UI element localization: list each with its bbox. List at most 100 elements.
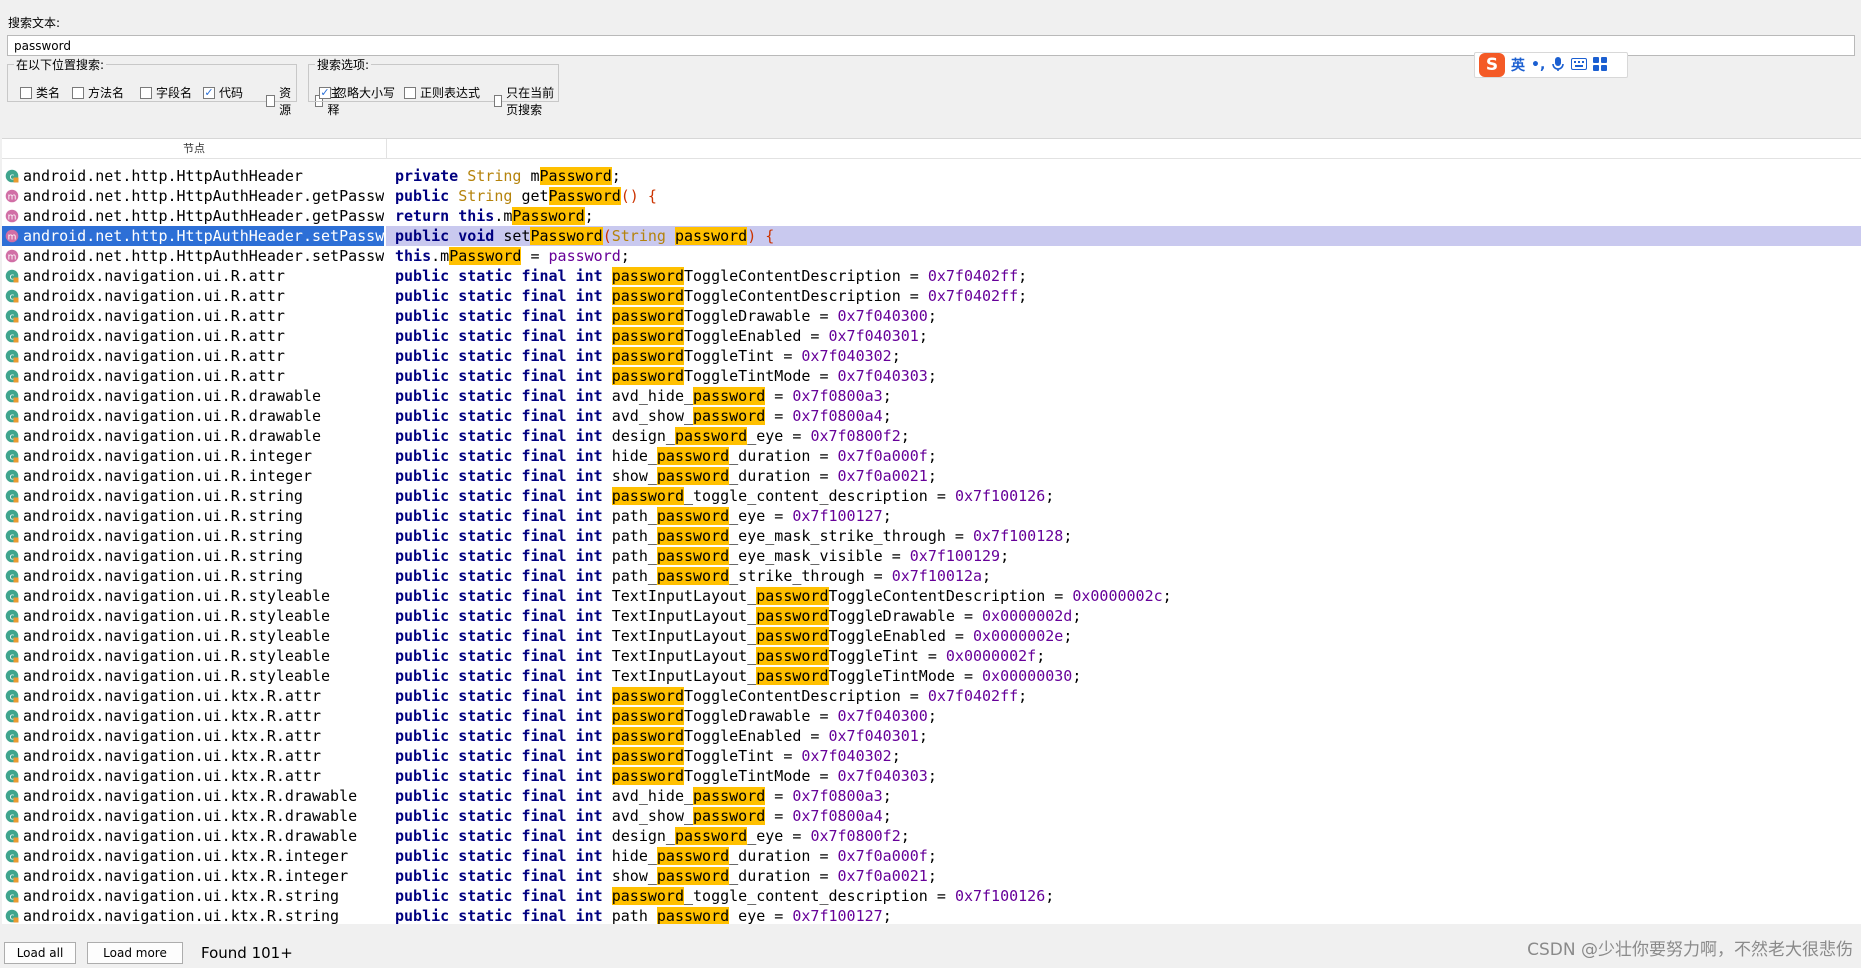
- table-row[interactable]: c androidx.navigation.ui.R.styleable publi…: [2, 606, 1861, 626]
- code-cell[interactable]: public static final int path_password_st…: [386, 566, 1861, 586]
- code-cell[interactable]: public static final int TextInputLayout_…: [386, 626, 1861, 646]
- table-row[interactable]: c androidx.navigation.ui.R.drawable public…: [2, 426, 1861, 446]
- table-row[interactable]: c androidx.navigation.ui.R.styleable publi…: [2, 646, 1861, 666]
- mic-icon[interactable]: [1551, 56, 1565, 75]
- node-cell[interactable]: c androidx.navigation.ui.R.styleable: [2, 646, 384, 666]
- checkbox-empty-icon[interactable]: [72, 86, 84, 99]
- node-cell[interactable]: c androidx.navigation.ui.ktx.R.attr: [2, 706, 384, 726]
- table-row[interactable]: c androidx.navigation.ui.ktx.R.string publ…: [2, 886, 1861, 906]
- node-cell[interactable]: c androidx.navigation.ui.ktx.R.drawable: [2, 826, 384, 846]
- table-row[interactable]: c androidx.navigation.ui.R.string public s…: [2, 546, 1861, 566]
- table-row[interactable]: c androidx.navigation.ui.R.drawable public…: [2, 406, 1861, 426]
- checkbox-empty-icon[interactable]: [494, 95, 503, 107]
- checkbox-empty-icon[interactable]: [404, 86, 416, 99]
- grid-icon[interactable]: [1593, 56, 1608, 74]
- code-cell[interactable]: public static final int passwordToggleDr…: [386, 706, 1861, 726]
- code-cell[interactable]: public static final int TextInputLayout_…: [386, 586, 1861, 606]
- table-row[interactable]: m android.net.http.HttpAuthHeader.setPass…: [2, 246, 1861, 266]
- node-cell[interactable]: c androidx.navigation.ui.R.attr: [2, 306, 384, 326]
- node-cell[interactable]: c androidx.navigation.ui.R.integer: [2, 466, 384, 486]
- table-row[interactable]: c androidx.navigation.ui.ktx.R.attr public…: [2, 706, 1861, 726]
- table-row[interactable]: c androidx.navigation.ui.R.string public s…: [2, 566, 1861, 586]
- code-cell[interactable]: public static final int passwordToggleTi…: [386, 746, 1861, 766]
- keyboard-icon[interactable]: [1571, 57, 1588, 73]
- table-row[interactable]: c androidx.navigation.ui.R.styleable publi…: [2, 666, 1861, 686]
- code-cell[interactable]: public static final int hide_password_du…: [386, 846, 1861, 866]
- table-row[interactable]: c androidx.navigation.ui.R.attr public sta…: [2, 306, 1861, 326]
- table-row[interactable]: m android.net.http.HttpAuthHeader.getPass…: [2, 206, 1861, 226]
- load-all-button[interactable]: Load all: [4, 942, 76, 964]
- code-cell[interactable]: public String getPassword() {: [386, 186, 1861, 206]
- code-cell[interactable]: public static final int passwordToggleTi…: [386, 766, 1861, 786]
- node-cell[interactable]: c androidx.navigation.ui.ktx.R.attr: [2, 726, 384, 746]
- code-cell[interactable]: public static final int avd_hide_passwor…: [386, 386, 1861, 406]
- node-cell[interactable]: c androidx.navigation.ui.R.attr: [2, 266, 384, 286]
- node-cell[interactable]: c androidx.navigation.ui.R.string: [2, 486, 384, 506]
- code-cell[interactable]: public static final int path_password_ey…: [386, 906, 1861, 926]
- code-cell[interactable]: public static final int avd_show_passwor…: [386, 806, 1861, 826]
- code-cell[interactable]: public static final int passwordToggleEn…: [386, 326, 1861, 346]
- node-cell[interactable]: c androidx.navigation.ui.R.styleable: [2, 626, 384, 646]
- checkbox-search_opts-1[interactable]: 正则表达式: [404, 84, 480, 101]
- table-row[interactable]: c androidx.navigation.ui.ktx.R.attr public…: [2, 726, 1861, 746]
- code-cell[interactable]: public static final int passwordToggleTi…: [386, 366, 1861, 386]
- code-cell[interactable]: public static final int avd_hide_passwor…: [386, 786, 1861, 806]
- node-cell[interactable]: c androidx.navigation.ui.ktx.R.integer: [2, 846, 384, 866]
- table-row[interactable]: m android.net.http.HttpAuthHeader.getPass…: [2, 186, 1861, 206]
- checkbox-empty-icon[interactable]: [266, 95, 276, 107]
- node-cell[interactable]: c androidx.navigation.ui.R.string: [2, 566, 384, 586]
- node-cell[interactable]: c androidx.navigation.ui.ktx.R.string: [2, 886, 384, 906]
- table-row[interactable]: c androidx.navigation.ui.R.string public s…: [2, 526, 1861, 546]
- table-row[interactable]: c androidx.navigation.ui.ktx.R.integer pub…: [2, 846, 1861, 866]
- node-cell[interactable]: c androidx.navigation.ui.R.attr: [2, 366, 384, 386]
- table-row[interactable]: c androidx.navigation.ui.R.string public s…: [2, 506, 1861, 526]
- table-row[interactable]: c androidx.navigation.ui.ktx.R.attr public…: [2, 686, 1861, 706]
- node-cell[interactable]: c androidx.navigation.ui.R.drawable: [2, 386, 384, 406]
- checkbox-search_in-4[interactable]: 资源: [266, 84, 296, 118]
- table-row[interactable]: m android.net.http.HttpAuthHeader.setPass…: [2, 226, 1861, 246]
- table-row[interactable]: c androidx.navigation.ui.R.drawable public…: [2, 386, 1861, 406]
- code-cell[interactable]: public static final int path_password_ey…: [386, 526, 1861, 546]
- code-cell[interactable]: public static final int path_password_ey…: [386, 506, 1861, 526]
- table-row[interactable]: c androidx.navigation.ui.ktx.R.attr public…: [2, 746, 1861, 766]
- table-row[interactable]: c android.net.http.HttpAuthHeader private …: [2, 166, 1861, 186]
- node-cell[interactable]: c androidx.navigation.ui.ktx.R.integer: [2, 866, 384, 886]
- code-cell[interactable]: public static final int TextInputLayout_…: [386, 646, 1861, 666]
- code-cell[interactable]: public static final int passwordToggleCo…: [386, 266, 1861, 286]
- node-cell[interactable]: c androidx.navigation.ui.R.styleable: [2, 586, 384, 606]
- table-row[interactable]: c androidx.navigation.ui.R.attr public sta…: [2, 346, 1861, 366]
- ime-punctuation-toggle[interactable]: •,: [1531, 57, 1545, 73]
- node-cell[interactable]: c androidx.navigation.ui.R.styleable: [2, 666, 384, 686]
- code-cell[interactable]: return this.mPassword;: [386, 206, 1861, 226]
- code-cell[interactable]: public static final int design_password_…: [386, 426, 1861, 446]
- code-cell[interactable]: private String mPassword;: [386, 166, 1861, 186]
- code-cell[interactable]: public static final int password_toggle_…: [386, 486, 1861, 506]
- table-row[interactable]: c androidx.navigation.ui.ktx.R.drawable pu…: [2, 786, 1861, 806]
- node-cell[interactable]: c androidx.navigation.ui.R.attr: [2, 326, 384, 346]
- sogou-logo-icon[interactable]: S: [1479, 53, 1505, 77]
- node-cell[interactable]: c androidx.navigation.ui.R.string: [2, 526, 384, 546]
- code-cell[interactable]: public static final int hide_password_du…: [386, 446, 1861, 466]
- checkbox-checked-icon[interactable]: ✓: [203, 86, 215, 99]
- code-cell[interactable]: public static final int path_password_ey…: [386, 546, 1861, 566]
- ime-language-toggle[interactable]: 英: [1511, 55, 1525, 75]
- table-row[interactable]: c androidx.navigation.ui.R.string public s…: [2, 486, 1861, 506]
- node-cell[interactable]: c androidx.navigation.ui.ktx.R.attr: [2, 686, 384, 706]
- table-row[interactable]: c androidx.navigation.ui.ktx.R.string publ…: [2, 906, 1861, 926]
- code-cell[interactable]: public static final int password_toggle_…: [386, 886, 1861, 906]
- node-cell[interactable]: c androidx.navigation.ui.ktx.R.drawable: [2, 806, 384, 826]
- code-cell[interactable]: public static final int passwordToggleEn…: [386, 726, 1861, 746]
- table-row[interactable]: c androidx.navigation.ui.ktx.R.drawable pu…: [2, 826, 1861, 846]
- checkbox-search_in-2[interactable]: 字段名: [140, 84, 192, 101]
- node-cell[interactable]: m android.net.http.HttpAuthHeader.getPass…: [2, 206, 384, 226]
- checkbox-search_in-1[interactable]: 方法名: [72, 84, 124, 101]
- checkbox-search_opts-0[interactable]: ✓ 忽略大小写: [319, 84, 395, 101]
- load-more-button[interactable]: Load more: [87, 942, 183, 964]
- node-cell[interactable]: m android.net.http.HttpAuthHeader.setPass…: [2, 226, 384, 246]
- node-cell[interactable]: c androidx.navigation.ui.ktx.R.attr: [2, 766, 384, 786]
- table-row[interactable]: c androidx.navigation.ui.R.attr public sta…: [2, 286, 1861, 306]
- ime-toolbar[interactable]: S 英 •,: [1474, 52, 1628, 78]
- table-row[interactable]: c androidx.navigation.ui.R.attr public sta…: [2, 266, 1861, 286]
- checkbox-search_opts-2[interactable]: 只在当前页搜索: [494, 84, 558, 118]
- code-cell[interactable]: public static final int passwordToggleCo…: [386, 286, 1861, 306]
